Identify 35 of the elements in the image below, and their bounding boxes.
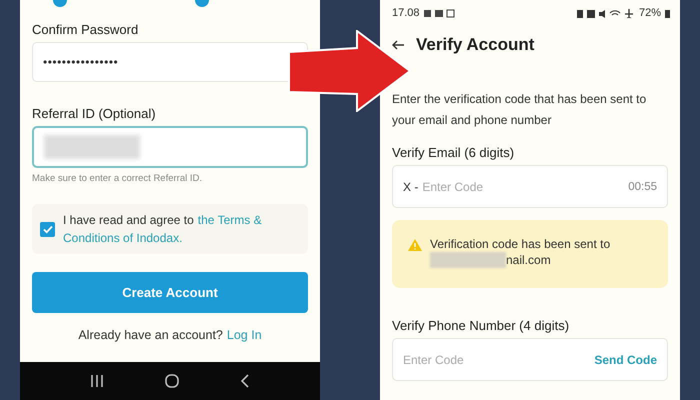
alert-text: Verification code has been sent to [430,237,610,251]
login-link[interactable]: Log In [226,328,262,342]
placeholder-text: Enter Code [422,180,484,194]
email-domain: nail.com [506,253,551,267]
countdown-timer: 00:55 [628,180,657,192]
checkbox[interactable] [40,222,55,236]
back-arrow-icon[interactable] [392,40,404,50]
field-label: Referral ID (Optional) [32,106,157,121]
intro-text: Enter the verification code that has been sent to your email and phone number [392,91,648,129]
create-account-button[interactable]: Create Account [32,272,308,313]
status-icons [576,8,635,18]
warning-icon [408,239,422,251]
screen-title: Verify Account [416,35,534,55]
battery-percent: 72% [638,7,661,19]
field-label: Verify Email (6 digits) [392,145,516,160]
field-hint: Make sure to enter a correct Referral ID. [32,173,204,184]
field-label: Verify Phone Number (4 digits) [392,318,570,333]
placeholder-text: Enter Code [403,352,464,366]
back-icon[interactable] [240,374,250,388]
login-prompt: Already have an account? [78,328,223,342]
email-code-field[interactable]: X - Enter Code 00:55 [392,165,668,208]
recent-apps-icon[interactable] [90,375,104,387]
terms-link[interactable]: the Terms & [198,211,262,229]
home-icon[interactable] [164,374,179,388]
field-label: Confirm Password [32,22,140,37]
status-time: 17.08 [392,7,420,19]
code-prefix: X - [403,180,418,194]
notification-icons [424,8,456,18]
battery-icon [665,8,670,18]
password-field[interactable]: •••••••••••••••• [32,42,308,82]
terms-text: I have read and agree to [63,212,194,229]
terms-link[interactable]: Conditions of Indodax. [63,229,182,247]
send-code-link[interactable]: Send Code [594,352,657,366]
phone-code-field[interactable]: Enter Code Send Code [392,338,668,381]
referral-field[interactable] [32,126,308,168]
